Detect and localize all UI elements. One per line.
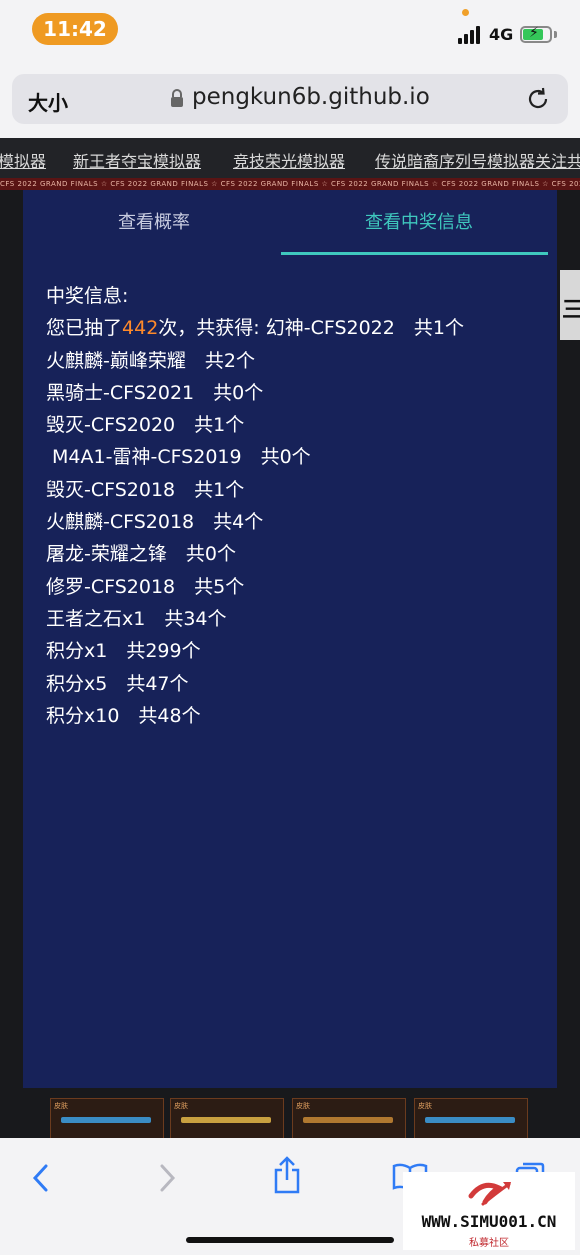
draw-count: 442: [122, 317, 159, 340]
reload-icon[interactable]: [525, 86, 551, 112]
prize-item: 火麒麟-巅峰荣耀 共2个: [46, 349, 255, 372]
weapon-cards-row: 皮肤 皮肤 皮肤 皮肤: [0, 1088, 580, 1140]
prize-item: 火麒麟-CFS2018 共4个: [46, 511, 264, 534]
grand-finals-banner: CFS 2022 GRAND FINALS ☆ CFS 2022 GRAND F…: [0, 178, 580, 190]
card-tag: 皮肤: [54, 1102, 68, 1110]
prize-item: M4A1-雷神-CFS2019 共0个: [46, 446, 311, 469]
summary-suffix: 次，共获得: 幻神-CFS2022 共1个: [158, 317, 464, 340]
prize-item: 毁灭-CFS2018 共1个: [46, 478, 245, 501]
prize-item: 王者之石x1 共34个: [46, 607, 227, 630]
card-tag: 皮肤: [296, 1102, 310, 1110]
prize-item: 修罗-CFS2018 共5个: [46, 575, 245, 598]
prize-item: 毁灭-CFS2020 共1个: [46, 414, 245, 437]
weapon-image: [425, 1117, 515, 1123]
nav-link-king-treasure[interactable]: 新王者夺宝模拟器: [73, 148, 201, 172]
back-icon[interactable]: [30, 1163, 52, 1193]
tab-probability[interactable]: 查看概率: [118, 208, 190, 234]
summary-prefix: 您已抽了: [46, 317, 123, 340]
network-type: 4G: [489, 25, 514, 44]
watermark-site: WWW.SIMU001.CN: [421, 1212, 557, 1231]
weapon-image: [61, 1117, 151, 1123]
side-menu-label: 三: [562, 298, 580, 323]
tab-win-info[interactable]: 查看中奖信息: [365, 208, 473, 234]
url-text[interactable]: pengkun6b.github.io: [192, 84, 430, 110]
active-tab-indicator: [281, 252, 548, 255]
card-tag: 皮肤: [418, 1102, 432, 1110]
nav-link-glory[interactable]: 竞技荣光模拟器: [233, 148, 345, 172]
watermark-logo-icon: [468, 1182, 511, 1206]
charging-bolt-icon: ⚡: [529, 25, 539, 41]
weapon-image: [303, 1117, 393, 1123]
weapon-card[interactable]: 皮肤: [414, 1098, 528, 1140]
prize-item: 屠龙-荣耀之锋 共0个: [46, 543, 236, 566]
weapon-card[interactable]: 皮肤: [292, 1098, 406, 1140]
status-time: 11:42: [32, 13, 118, 45]
text-size-button[interactable]: 大小: [28, 87, 68, 116]
side-menu-widget[interactable]: 三: [560, 270, 580, 340]
prize-item: 积分x5 共47个: [46, 672, 189, 695]
home-indicator: [186, 1237, 394, 1243]
battery-tip: [554, 31, 557, 38]
prize-item: 积分x10 共48个: [46, 704, 201, 727]
nav-link-simulator[interactable]: 模拟器: [0, 148, 46, 172]
prize-item: 积分x1 共299个: [46, 640, 201, 663]
weapon-image: [181, 1117, 271, 1123]
cellular-signal-icon: [458, 26, 484, 44]
nav-links-strip: 模拟器 新王者夺宝模拟器 竞技荣光模拟器 传说暗裔序列号模拟器关注共: [0, 138, 580, 178]
win-info-list: 中奖信息: 您已抽了442次，共获得: 幻神-CFS2022 共1个 火麒麟-巅…: [46, 280, 546, 732]
watermark: WWW.SIMU001.CN 私募社区: [403, 1172, 575, 1250]
nav-link-legend-serial[interactable]: 传说暗裔序列号模拟器关注共: [375, 148, 580, 172]
prize-item: 黑骑士-CFS2021 共0个: [46, 381, 264, 404]
weapon-card[interactable]: 皮肤: [50, 1098, 164, 1140]
recording-dot-icon: [462, 9, 469, 16]
win-info-modal: 查看概率 查看中奖信息 中奖信息: 您已抽了442次，共获得: 幻神-CFS20…: [23, 190, 557, 1088]
weapon-card[interactable]: 皮肤: [170, 1098, 284, 1140]
forward-icon[interactable]: [156, 1163, 178, 1193]
win-info-heading: 中奖信息:: [46, 285, 129, 307]
watermark-subtitle: 私募社区: [469, 1238, 509, 1249]
card-tag: 皮肤: [174, 1102, 188, 1110]
share-icon[interactable]: [272, 1156, 302, 1194]
lock-icon: [171, 89, 183, 107]
draw-summary: 您已抽了442次，共获得: 幻神-CFS2022 共1个: [46, 312, 546, 344]
